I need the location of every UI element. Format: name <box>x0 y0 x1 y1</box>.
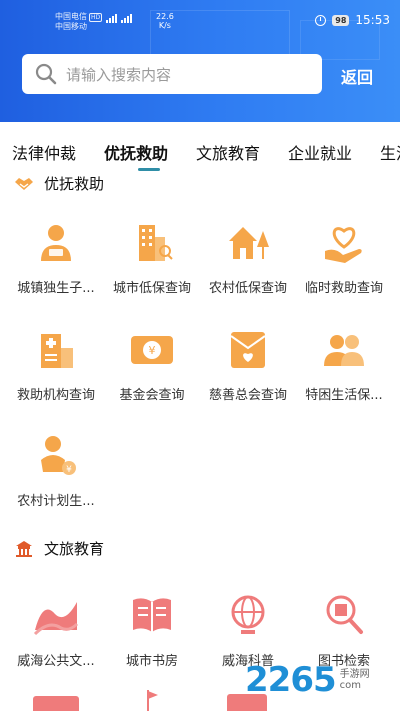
tab-employment[interactable]: 企业就业 <box>288 140 352 164</box>
grid-item-label: 救助机构查询 <box>16 388 95 403</box>
watermark-text: 手游网 <box>339 669 370 680</box>
yuan-card-icon: ¥ <box>131 336 173 364</box>
carrier-2: 中国移动 <box>55 22 87 31</box>
grid-item[interactable]: 城镇独生子... <box>8 217 104 296</box>
book-icon <box>133 598 171 632</box>
category-tabs: 法律仲裁 优抚救助 文旅教育 企业就业 生活 <box>0 122 400 172</box>
book-search-icon <box>326 595 363 634</box>
watermark-logo: 2265 手游网 com <box>245 660 370 700</box>
section-title-text: 优抚救助 <box>44 175 105 193</box>
section-title-text: 文旅教育 <box>44 540 105 558</box>
svg-text:¥: ¥ <box>66 465 72 475</box>
grid-item-label: 特困生活保... <box>305 388 383 403</box>
culture-wave-icon <box>33 602 79 636</box>
charity-envelope-icon <box>230 332 266 368</box>
tab-life[interactable]: 生活 <box>380 140 400 164</box>
alarm-icon <box>315 14 327 26</box>
watermark-suffix: com <box>339 680 361 691</box>
clock: 15:53 <box>355 13 390 27</box>
grid-item-label: 基金会查询 <box>119 388 185 403</box>
battery-icon: 98 <box>332 14 350 26</box>
grid-item[interactable]: 救助机构查询 <box>8 324 104 403</box>
carrier-info: 中国电信 HD 中国移动 <box>55 12 103 32</box>
heart-hand-icon <box>325 227 362 263</box>
grid-item[interactable]: 威海科普 <box>200 590 296 669</box>
hospital-icon <box>41 334 73 368</box>
grid-item[interactable]: 慈善总会查询 <box>200 324 296 403</box>
elder-subsidy-icon <box>41 225 71 261</box>
tab-law[interactable]: 法律仲裁 <box>12 140 76 164</box>
temple-icon <box>16 540 32 557</box>
net-speed-value: 22.6 <box>156 12 174 21</box>
search-icon <box>35 63 57 85</box>
svg-text:¥: ¥ <box>149 344 156 357</box>
village-house-icon <box>229 227 269 259</box>
grid-item[interactable]: 城市低保查询 <box>104 217 200 296</box>
net-speed-unit: K/s <box>158 21 171 30</box>
grid-item[interactable]: 农村低保查询 <box>200 217 296 296</box>
grid-item-label: 慈善总会查询 <box>208 388 287 403</box>
hd-badge: HD <box>89 13 103 22</box>
grid-item-label: 临时救助查询 <box>304 281 383 296</box>
grid-item[interactable]: ¥ 农村计划生... <box>8 430 104 509</box>
handshake-icon <box>15 177 33 190</box>
people-group-icon <box>324 335 364 366</box>
grid-item-label: 农村低保查询 <box>208 281 287 296</box>
app-header: 中国电信 HD 中国移动 22.6 K/s 98 15:53 请输入搜索内容 返回 <box>0 0 400 122</box>
grid-item[interactable]: 图书检索 <box>296 590 392 669</box>
tab-culture[interactable]: 文旅教育 <box>196 140 260 164</box>
signal-icon <box>106 14 132 23</box>
search-placeholder: 请输入搜索内容 <box>66 65 172 84</box>
tab-indicator <box>138 168 160 171</box>
grid-item[interactable]: 威海公共文... <box>8 590 104 669</box>
grid-item-label: 威海公共文... <box>17 654 95 669</box>
net-speed: 22.6 K/s <box>156 12 174 30</box>
grid-item-label: 城市书房 <box>125 654 178 669</box>
globe-icon <box>231 595 265 634</box>
tab-relief[interactable]: 优抚救助 <box>104 140 168 164</box>
section-title-relief: 优抚救助 <box>14 173 104 194</box>
grid-item-label: 农村计划生... <box>17 494 95 509</box>
status-bar: 中国电信 HD 中国移动 22.6 K/s 98 15:53 <box>0 10 400 38</box>
grid-item[interactable]: 临时救助查询 <box>296 217 392 296</box>
grid-item[interactable]: 特困生活保... <box>296 324 392 403</box>
back-button[interactable]: 返回 <box>341 64 373 88</box>
carrier-1: 中国电信 <box>55 12 87 21</box>
city-building-icon <box>139 225 173 261</box>
grid-item[interactable]: ¥ 基金会查询 <box>104 324 200 403</box>
section-title-culture: 文旅教育 <box>14 538 104 559</box>
grid-item-label: 城市低保查询 <box>112 281 191 296</box>
card-icon <box>33 696 79 711</box>
flag-icon <box>147 690 158 711</box>
grid-item[interactable]: 城市书房 <box>104 590 200 669</box>
watermark-number: 2265 <box>245 660 337 700</box>
grid-item-label: 城镇独生子... <box>17 281 95 296</box>
search-input[interactable]: 请输入搜索内容 <box>22 54 322 94</box>
baby-icon: ¥ <box>41 436 76 475</box>
